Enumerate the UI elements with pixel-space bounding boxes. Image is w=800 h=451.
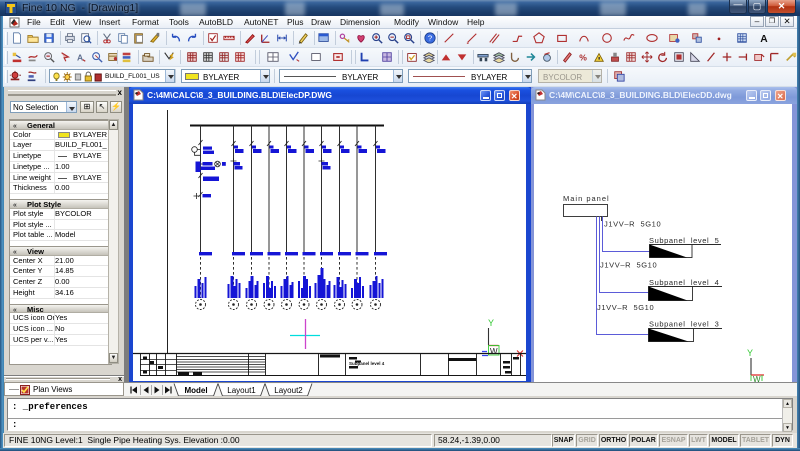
svg-text:%: %: [579, 52, 587, 62]
svg-text:Layout1: Layout1: [227, 386, 256, 395]
svg-text:Model: Model: [184, 386, 207, 395]
svg-text:Y: Y: [488, 318, 494, 328]
svg-text:Main panel: Main panel: [563, 194, 610, 203]
svg-text:A: A: [77, 52, 83, 62]
svg-text:J1VV–R 5G10: J1VV–R 5G10: [600, 261, 657, 270]
svg-text:?: ?: [428, 34, 432, 43]
svg-text:W: W: [490, 347, 498, 356]
svg-text:Subpanel level 5: Subpanel level 5: [649, 236, 719, 245]
svg-text:Subpanel level 3: Subpanel level 3: [649, 320, 719, 329]
svg-text:Layout2: Layout2: [274, 386, 303, 395]
svg-text:A: A: [760, 34, 768, 44]
svg-text:Subpanel level 4: Subpanel level 4: [349, 361, 385, 366]
svg-text:Y: Y: [747, 348, 753, 358]
svg-text:W: W: [753, 375, 761, 382]
svg-text:Subpanel level 4: Subpanel level 4: [649, 278, 719, 287]
svg-text:J1VV–R 5G10: J1VV–R 5G10: [604, 220, 661, 229]
svg-text:J1VV–R 5G10: J1VV–R 5G10: [597, 303, 654, 312]
